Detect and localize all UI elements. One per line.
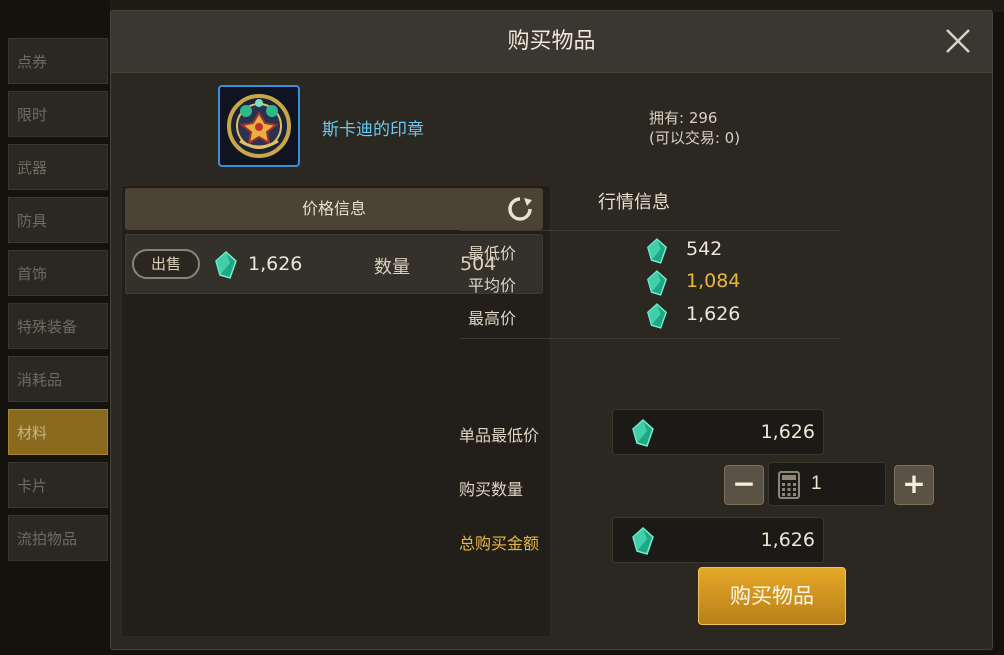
sidebar-item[interactable]: 点券 (8, 38, 108, 84)
market-info-title: 行情信息 (598, 192, 670, 213)
total-amount-label: 总购买金额 (459, 534, 540, 553)
seal-medallion-icon (218, 85, 300, 167)
market-row-min: 最低价 542 (468, 236, 848, 266)
sidebar-item[interactable]: 消耗品 (8, 356, 108, 402)
category-sidebar: 点券限时武器防具首饰特殊装备消耗品材料卡片流拍物品 (0, 30, 110, 630)
market-row-label: 平均价 (468, 276, 517, 295)
sidebar-item[interactable]: 流拍物品 (8, 515, 108, 561)
market-row-value: 1,626 (686, 303, 741, 325)
gem-icon (646, 303, 668, 333)
market-row-avg: 平均价 1,084 (468, 268, 848, 298)
quantity-input[interactable] (811, 473, 871, 495)
gem-icon (631, 526, 655, 559)
refresh-icon[interactable] (507, 196, 533, 222)
sidebar-item[interactable]: 材料 (8, 409, 108, 455)
quantity-increase-button[interactable]: + (894, 465, 934, 505)
owned-count: 拥有: 296 (可以交易: 0) (649, 108, 740, 148)
market-row-max: 最高价 1,626 (468, 301, 848, 331)
sidebar-item[interactable]: 首饰 (8, 250, 108, 296)
market-divider-top (460, 230, 840, 231)
dialog-header: 购买物品 (111, 11, 992, 73)
owned-line: 拥有: 296 (649, 109, 718, 127)
sidebar-item[interactable]: 卡片 (8, 462, 108, 508)
gem-icon (646, 238, 668, 268)
market-row-value: 1,084 (686, 270, 741, 292)
listing-qty-label: 数量 (374, 257, 410, 278)
price-info-header: 价格信息 (125, 188, 543, 230)
market-divider-bottom (460, 338, 840, 339)
total-amount-box: 1,626 (612, 517, 824, 563)
buy-quantity-label: 购买数量 (459, 480, 524, 499)
gem-icon (646, 270, 668, 300)
item-name: 斯卡迪的印章 (322, 120, 424, 140)
dialog-title: 购买物品 (507, 29, 596, 54)
unit-min-price-value: 1,626 (760, 421, 815, 443)
listing-price: 1,626 (248, 253, 303, 275)
close-icon[interactable] (942, 25, 974, 57)
gem-icon (214, 250, 238, 283)
quantity-stepper (768, 462, 886, 506)
market-row-label: 最高价 (468, 309, 517, 328)
gem-icon (631, 418, 655, 451)
item-info-row: 斯卡迪的印章 拥有: 296 (可以交易: 0) (111, 73, 992, 185)
sidebar-item[interactable]: 武器 (8, 144, 108, 190)
price-info-title: 价格信息 (301, 199, 366, 218)
market-row-value: 542 (686, 238, 723, 260)
unit-min-price-label: 单品最低价 (459, 426, 540, 445)
calculator-icon[interactable] (777, 471, 801, 503)
sidebar-item[interactable]: 防具 (8, 197, 108, 243)
sidebar-item[interactable]: 特殊装备 (8, 303, 108, 349)
buy-item-button[interactable]: 购买物品 (698, 567, 846, 625)
total-amount-value: 1,626 (760, 529, 815, 551)
sell-tag: 出售 (132, 249, 200, 279)
quantity-decrease-button[interactable]: − (724, 465, 764, 505)
market-row-label: 最低价 (468, 244, 517, 263)
sidebar-item[interactable]: 限时 (8, 91, 108, 137)
tradeable-line: (可以交易: 0) (649, 129, 741, 147)
unit-min-price-box: 1,626 (612, 409, 824, 455)
